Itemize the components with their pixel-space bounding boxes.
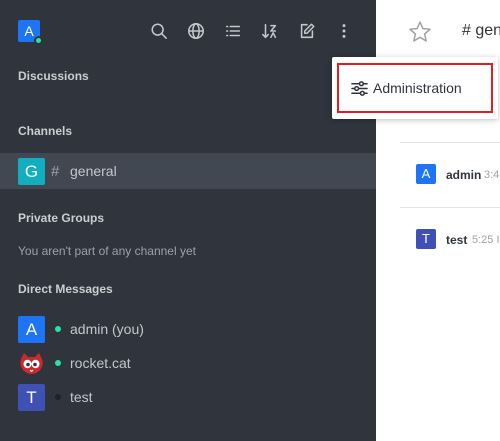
list-icon <box>225 25 241 37</box>
divider <box>400 207 500 208</box>
kebab-menu-icon <box>342 24 346 38</box>
user-avatar[interactable]: A <box>18 20 43 45</box>
private-groups-empty-text: You aren't part of any channel yet <box>18 244 196 258</box>
sidebar-item-test[interactable]: T test <box>0 379 376 415</box>
room-title: # gen <box>462 22 500 40</box>
hashtag-icon: # <box>462 22 476 39</box>
display-mode-button[interactable] <box>222 20 244 42</box>
online-status-icon <box>55 326 61 332</box>
dm-name: rocket.cat <box>70 355 131 371</box>
options-menu-button[interactable] <box>333 20 355 42</box>
sidebar-item-rocket-cat[interactable]: rocket.cat <box>0 345 376 381</box>
online-status-icon <box>55 360 61 366</box>
private-groups-title: Private Groups <box>18 211 105 225</box>
dm-name: test <box>70 389 93 405</box>
message-avatar[interactable]: A <box>416 164 436 184</box>
directory-button[interactable] <box>185 20 207 42</box>
room-name: gen <box>475 22 500 39</box>
test-avatar: T <box>18 383 45 411</box>
message-username[interactable]: admin <box>446 168 481 182</box>
hashtag-icon: # <box>51 162 60 180</box>
sidebar: A Discussions Channels G # general Priva… <box>0 0 376 441</box>
direct-messages-title: Direct Messages <box>18 282 113 296</box>
sidebar-header: A <box>0 0 376 64</box>
sort-icon <box>262 23 277 39</box>
search-icon <box>151 23 167 39</box>
discussions-title[interactable]: Discussions <box>18 69 89 83</box>
channels-title: Channels <box>18 124 73 138</box>
options-popup-menu: Administration <box>332 57 498 119</box>
presence-online-indicator <box>34 36 43 45</box>
sort-button[interactable] <box>259 20 281 42</box>
favorite-star-icon[interactable] <box>408 20 432 44</box>
divider <box>400 142 500 143</box>
globe-icon <box>188 23 204 39</box>
dm-name: admin (you) <box>70 321 144 337</box>
sidebar-item-admin[interactable]: A admin (you) <box>0 311 376 347</box>
sliders-icon <box>351 80 368 96</box>
search-button[interactable] <box>148 20 170 42</box>
user-avatar-letter: A <box>24 23 34 39</box>
create-new-button[interactable] <box>296 20 318 42</box>
message-timestamp: 3:4 <box>484 169 500 181</box>
rocket-cat-avatar-icon <box>18 350 45 377</box>
sidebar-item-general[interactable]: G # general <box>0 153 376 189</box>
administration-label: Administration <box>373 80 462 96</box>
message-username[interactable]: test <box>446 233 467 247</box>
message-avatar[interactable]: T <box>416 229 436 249</box>
edit-icon <box>300 23 315 39</box>
offline-status-icon <box>55 394 61 400</box>
channel-name: general <box>70 163 117 179</box>
channel-avatar: G <box>18 157 45 185</box>
administration-menu-item[interactable]: Administration <box>337 63 493 113</box>
admin-avatar: A <box>18 315 45 343</box>
message-timestamp: 5:25 I <box>472 234 500 246</box>
